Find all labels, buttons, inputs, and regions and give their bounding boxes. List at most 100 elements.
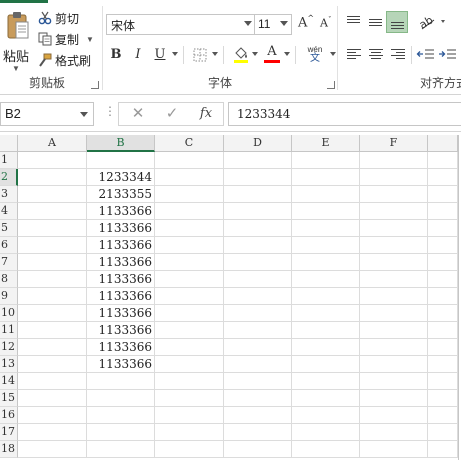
- row-header[interactable]: 2: [0, 169, 18, 186]
- table-cell[interactable]: [360, 356, 428, 373]
- table-cell[interactable]: [292, 203, 360, 220]
- table-cell[interactable]: [18, 424, 87, 441]
- table-cell[interactable]: [292, 254, 360, 271]
- table-cell[interactable]: [360, 390, 428, 407]
- table-cell[interactable]: [292, 288, 360, 305]
- table-cell[interactable]: [292, 220, 360, 237]
- row-header[interactable]: 4: [0, 203, 18, 220]
- table-cell[interactable]: [224, 169, 292, 186]
- font-size-select[interactable]: 11: [254, 14, 292, 35]
- underline-button[interactable]: U: [150, 44, 170, 66]
- table-cell[interactable]: [428, 390, 458, 407]
- insert-function-button[interactable]: fx: [191, 103, 221, 125]
- phonetic-guide-button[interactable]: wén 文: [302, 44, 328, 66]
- row-header[interactable]: 1: [0, 152, 18, 169]
- table-cell[interactable]: [428, 237, 458, 254]
- table-cell[interactable]: [224, 390, 292, 407]
- table-cell[interactable]: [155, 305, 224, 322]
- table-cell[interactable]: [224, 220, 292, 237]
- table-cell[interactable]: [292, 390, 360, 407]
- table-cell[interactable]: [428, 322, 458, 339]
- table-cell[interactable]: 1133366: [87, 322, 155, 339]
- table-cell[interactable]: [292, 339, 360, 356]
- row-header[interactable]: 11: [0, 322, 18, 339]
- table-cell[interactable]: [155, 271, 224, 288]
- table-cell[interactable]: 1133366: [87, 237, 155, 254]
- decrease-indent-button[interactable]: [416, 45, 436, 65]
- table-cell[interactable]: [87, 152, 155, 169]
- table-cell[interactable]: 1133366: [87, 339, 155, 356]
- table-cell[interactable]: [428, 424, 458, 441]
- table-cell[interactable]: 1133366: [87, 356, 155, 373]
- row-header[interactable]: 17: [0, 424, 18, 441]
- table-cell[interactable]: [18, 271, 87, 288]
- table-cell[interactable]: [155, 407, 224, 424]
- table-cell[interactable]: [155, 356, 224, 373]
- increase-indent-button[interactable]: [438, 45, 458, 65]
- table-cell[interactable]: [18, 288, 87, 305]
- table-cell[interactable]: [292, 186, 360, 203]
- table-cell[interactable]: [155, 322, 224, 339]
- table-cell[interactable]: [292, 305, 360, 322]
- font-name-select[interactable]: 宋体: [106, 14, 256, 35]
- table-cell[interactable]: [428, 152, 458, 169]
- table-cell[interactable]: [155, 169, 224, 186]
- table-cell[interactable]: [292, 373, 360, 390]
- enter-icon[interactable]: ✓: [157, 103, 187, 125]
- table-cell[interactable]: [155, 288, 224, 305]
- bold-button[interactable]: B: [106, 44, 126, 66]
- table-cell[interactable]: 1133366: [87, 271, 155, 288]
- chevron-down-icon[interactable]: [284, 52, 290, 56]
- table-cell[interactable]: [292, 152, 360, 169]
- align-left-button[interactable]: [344, 45, 364, 65]
- table-cell[interactable]: 1133366: [87, 254, 155, 271]
- table-cell[interactable]: [18, 186, 87, 203]
- chevron-down-icon[interactable]: ▼: [12, 64, 20, 73]
- table-cell[interactable]: [292, 424, 360, 441]
- column-header[interactable]: C: [155, 135, 224, 152]
- table-cell[interactable]: [224, 424, 292, 441]
- align-center-button[interactable]: [366, 45, 386, 65]
- table-cell[interactable]: [292, 356, 360, 373]
- table-cell[interactable]: [18, 356, 87, 373]
- table-cell[interactable]: [428, 186, 458, 203]
- table-cell[interactable]: [18, 322, 87, 339]
- table-cell[interactable]: [292, 441, 360, 458]
- table-cell[interactable]: [18, 169, 87, 186]
- column-header[interactable]: A: [18, 135, 87, 152]
- table-cell[interactable]: [18, 220, 87, 237]
- chevron-down-icon[interactable]: [252, 52, 258, 56]
- table-cell[interactable]: [360, 407, 428, 424]
- chevron-down-icon[interactable]: [212, 52, 218, 56]
- table-cell[interactable]: [155, 152, 224, 169]
- align-right-button[interactable]: [388, 45, 408, 65]
- table-cell[interactable]: [360, 220, 428, 237]
- table-cell[interactable]: [224, 339, 292, 356]
- paste-button[interactable]: 粘贴 ▼: [2, 8, 32, 73]
- table-cell[interactable]: [428, 356, 458, 373]
- table-cell[interactable]: [224, 441, 292, 458]
- row-header[interactable]: 7: [0, 254, 18, 271]
- dialog-launcher-icon[interactable]: [91, 81, 99, 89]
- table-cell[interactable]: [155, 220, 224, 237]
- table-cell[interactable]: [360, 288, 428, 305]
- table-cell[interactable]: [360, 169, 428, 186]
- select-all-corner[interactable]: [0, 135, 18, 152]
- font-color-button[interactable]: A: [262, 44, 282, 66]
- chevron-down-icon[interactable]: [330, 52, 336, 56]
- chevron-down-icon[interactable]: [172, 52, 178, 56]
- row-header[interactable]: 18: [0, 441, 18, 458]
- table-cell[interactable]: [360, 237, 428, 254]
- chevron-down-icon[interactable]: [244, 21, 252, 26]
- table-cell[interactable]: [428, 254, 458, 271]
- table-cell[interactable]: [224, 305, 292, 322]
- cancel-icon[interactable]: ✕: [123, 103, 153, 125]
- bottom-align-button[interactable]: [386, 11, 408, 33]
- row-header[interactable]: 3: [0, 186, 18, 203]
- borders-button[interactable]: [190, 44, 210, 66]
- column-header[interactable]: D: [224, 135, 292, 152]
- table-cell[interactable]: [18, 203, 87, 220]
- table-cell[interactable]: [360, 152, 428, 169]
- table-cell[interactable]: [18, 373, 87, 390]
- row-header[interactable]: 12: [0, 339, 18, 356]
